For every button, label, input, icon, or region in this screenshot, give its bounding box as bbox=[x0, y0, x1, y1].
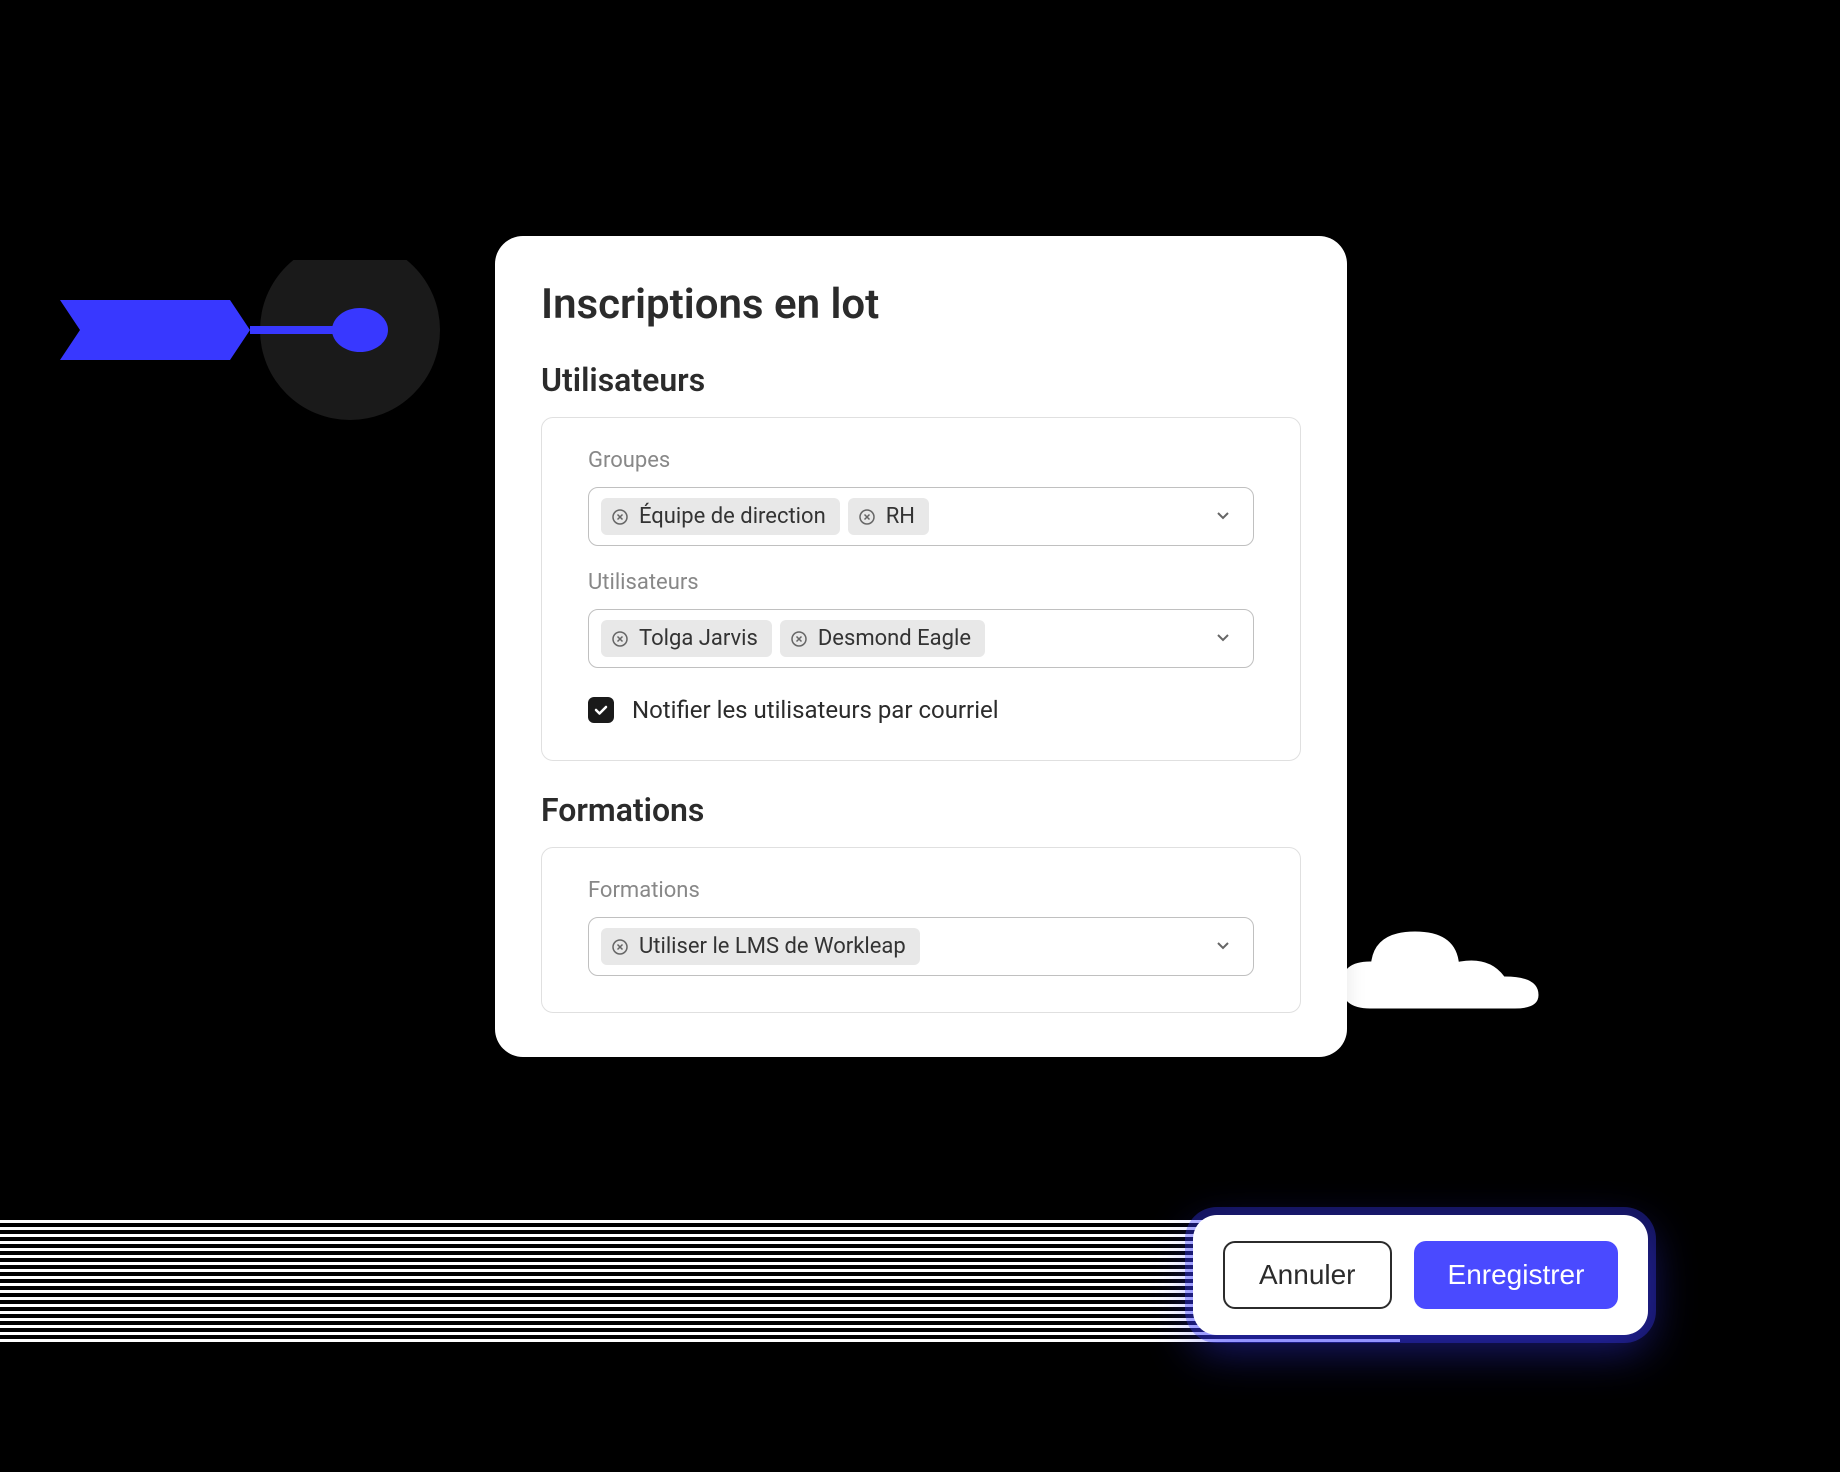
trainings-label: Formations bbox=[588, 878, 1254, 903]
cloud-decoration bbox=[1330, 920, 1550, 1034]
chevron-down-icon bbox=[1213, 627, 1233, 651]
remove-chip-icon[interactable] bbox=[790, 630, 808, 648]
batch-enrollment-modal: Inscriptions en lot Utilisateurs Groupes… bbox=[495, 236, 1347, 1057]
users-label: Utilisateurs bbox=[588, 570, 1254, 595]
notify-checkbox[interactable] bbox=[588, 697, 614, 723]
chip-label: Desmond Eagle bbox=[818, 626, 971, 651]
notify-checkbox-label: Notifier les utilisateurs par courriel bbox=[632, 696, 999, 724]
user-chip: Desmond Eagle bbox=[780, 620, 985, 657]
chip-label: RH bbox=[886, 504, 915, 529]
chip-label: Équipe de direction bbox=[639, 504, 826, 529]
chip-label: Tolga Jarvis bbox=[639, 626, 758, 651]
remove-chip-icon[interactable] bbox=[611, 938, 629, 956]
remove-chip-icon[interactable] bbox=[611, 508, 629, 526]
groups-multiselect[interactable]: Équipe de direction RH bbox=[588, 487, 1254, 546]
user-chip: Tolga Jarvis bbox=[601, 620, 772, 657]
groups-label: Groupes bbox=[588, 448, 1254, 473]
lines-decoration bbox=[0, 1220, 1400, 1370]
action-bar: Annuler Enregistrer bbox=[1193, 1215, 1648, 1335]
users-multiselect[interactable]: Tolga Jarvis Desmond Eagle bbox=[588, 609, 1254, 668]
users-section-title: Utilisateurs bbox=[541, 361, 1301, 399]
chevron-down-icon bbox=[1213, 505, 1233, 529]
users-section-box: Groupes Équipe de direction RH bbox=[541, 417, 1301, 761]
trainings-section-box: Formations Utiliser le LMS de Workleap bbox=[541, 847, 1301, 1013]
remove-chip-icon[interactable] bbox=[611, 630, 629, 648]
trainings-section-title: Formations bbox=[541, 791, 1301, 829]
chevron-down-icon bbox=[1213, 935, 1233, 959]
arrow-target-decoration bbox=[50, 260, 350, 340]
training-chip: Utiliser le LMS de Workleap bbox=[601, 928, 920, 965]
modal-title: Inscriptions en lot bbox=[541, 280, 1301, 329]
group-chip: RH bbox=[848, 498, 929, 535]
save-button[interactable]: Enregistrer bbox=[1414, 1241, 1619, 1309]
notify-checkbox-row: Notifier les utilisateurs par courriel bbox=[588, 696, 1254, 724]
chip-label: Utiliser le LMS de Workleap bbox=[639, 934, 906, 959]
group-chip: Équipe de direction bbox=[601, 498, 840, 535]
remove-chip-icon[interactable] bbox=[858, 508, 876, 526]
trainings-multiselect[interactable]: Utiliser le LMS de Workleap bbox=[588, 917, 1254, 976]
cancel-button[interactable]: Annuler bbox=[1223, 1241, 1392, 1309]
